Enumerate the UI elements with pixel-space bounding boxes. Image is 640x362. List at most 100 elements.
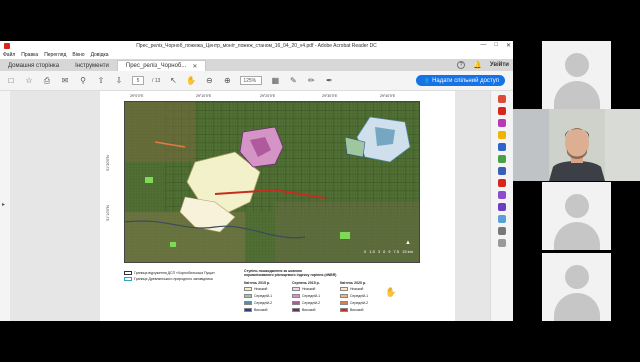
title-bar: Прес_реліз_Чорноб_пожежа_Центр_моніт_пож… — [0, 41, 513, 51]
swatch-aug15-low — [292, 287, 300, 291]
level-label: Середній-1 — [254, 294, 273, 298]
legend-title-2: нормалізованого різницевого індексу горі… — [244, 273, 337, 277]
measure-icon[interactable] — [498, 215, 506, 223]
level-label: Низький — [302, 287, 316, 291]
page-total: / 13 — [152, 77, 161, 84]
combine-files-icon[interactable] — [498, 143, 506, 151]
swatch-apr20-mid2 — [340, 301, 348, 305]
menu-edit[interactable]: Правка — [21, 52, 38, 58]
level-label: Середній-2 — [302, 301, 321, 305]
create-pdf-icon[interactable] — [498, 107, 506, 115]
page-up-icon[interactable]: ⇧ — [96, 76, 106, 86]
tab-tools[interactable]: Інструменти — [67, 60, 117, 71]
page-down-icon[interactable]: ⇩ — [114, 76, 124, 86]
coord-top-5: 29°40'0"E — [380, 94, 396, 98]
menu-help[interactable]: Довідка — [91, 52, 109, 58]
send-for-signature-icon[interactable] — [498, 203, 506, 211]
menu-window[interactable]: Вікно — [72, 52, 84, 58]
minimize-icon[interactable]: — — [480, 42, 486, 49]
comment-icon[interactable]: ✎ — [288, 76, 298, 86]
swatch-apr15-high — [244, 308, 252, 312]
settings-icon[interactable] — [498, 239, 506, 247]
video-tile-placeholder — [542, 182, 611, 250]
avatar-head — [565, 53, 589, 77]
level-label: Високий — [350, 308, 364, 312]
menu-bar: Файл Правка Перегляд Вікно Довідка — [0, 51, 513, 59]
avatar-head — [565, 265, 589, 289]
col1-header: Квітень 2015 р. — [244, 281, 271, 285]
video-tile-active-speaker — [513, 109, 640, 181]
page-number-input[interactable]: 5 — [132, 76, 144, 85]
share-button[interactable]: 👥 Надати спільний доступ — [415, 75, 505, 86]
fit-page-icon[interactable]: ▦ — [270, 76, 280, 86]
boundary-reserve-label: Границя Древлянського природного заповід… — [134, 277, 213, 281]
expand-left-panel-icon[interactable]: ▸ — [2, 201, 5, 208]
zoom-out-icon[interactable]: ⊖ — [204, 76, 214, 86]
coord-left-1: 51°20'0"N — [105, 155, 110, 171]
edit-pdf-icon[interactable] — [498, 119, 506, 127]
swatch-aug15-mid2 — [292, 301, 300, 305]
share-icon: 👥 — [421, 78, 430, 84]
swatch-aug15-mid1 — [292, 294, 300, 298]
map-imagery — [125, 102, 419, 262]
hand-tool-icon[interactable]: ✋ — [186, 76, 196, 86]
level-label: Середній-1 — [350, 294, 369, 298]
screen: Прес_реліз_Чорноб_пожежа_Центр_моніт_пож… — [0, 0, 640, 362]
legend-col-2020-apr: Квітень 2020 р. Низький Середній-1 Серед… — [340, 281, 368, 315]
level-label: Високий — [302, 308, 316, 312]
sign-icon[interactable]: ✒ — [324, 76, 334, 86]
window-title: Прес_реліз_Чорноб_пожежа_Центр_моніт_пож… — [136, 43, 377, 49]
protect-icon[interactable] — [498, 167, 506, 175]
scale-label: 0 — [364, 249, 367, 254]
compress-icon[interactable] — [498, 179, 506, 187]
acrobat-window: Прес_реліз_Чорноб_пожежа_Центр_моніт_пож… — [0, 41, 513, 321]
comment-tool-icon[interactable] — [498, 131, 506, 139]
search-icon[interactable]: ⚲ — [78, 76, 88, 86]
signin-link[interactable]: Увійти — [490, 62, 509, 68]
scale-label: 7.5 — [393, 249, 400, 254]
bell-icon[interactable]: 🔔 — [473, 61, 482, 69]
email-icon[interactable]: ✉ — [60, 76, 70, 86]
tab-home[interactable]: Домашня сторінка — [0, 60, 67, 71]
document-area[interactable]: 29°0'0"E 29°10'0"E 29°20'0"E 29°30'0"E 2… — [10, 91, 490, 321]
tab-tools-label: Інструменти — [75, 62, 109, 69]
legend-col-2015-aug: Серпень 2015 р. Низький Середній-1 Серед… — [292, 281, 320, 315]
level-label: Низький — [350, 287, 364, 291]
hand-cursor-icon: ✋ — [385, 287, 397, 297]
tab-close-icon[interactable]: ✕ — [192, 63, 197, 70]
level-label: Середній-1 — [302, 294, 321, 298]
legend-col-2015-apr: Квітень 2015 р. Низький Середній-1 Серед… — [244, 281, 272, 315]
level-label: Середній-2 — [350, 301, 369, 305]
more-tools-icon[interactable] — [498, 227, 506, 235]
maximize-icon[interactable]: □ — [494, 42, 498, 49]
video-tile-placeholder — [542, 41, 611, 109]
tab-home-label: Домашня сторінка — [8, 62, 60, 69]
swatch-apr15-low — [244, 287, 252, 291]
menu-file[interactable]: Файл — [3, 52, 15, 58]
highlight-icon[interactable]: ✏ — [306, 76, 316, 86]
window-controls: — □ ✕ — [480, 42, 511, 49]
print-icon[interactable]: ⎙ — [42, 76, 52, 86]
close-icon[interactable]: ✕ — [506, 42, 511, 49]
participant-video — [513, 109, 640, 181]
create-pdf-icon[interactable]: □ — [6, 76, 16, 86]
scale-label: 9 — [388, 249, 391, 254]
bookmark-star-icon[interactable]: ☆ — [24, 76, 34, 86]
avatar-head — [565, 194, 589, 218]
boundary-zone-swatch — [124, 271, 132, 275]
satellite-map: ▲ 0 1.5 3 6 9 7.5 15 km — [124, 101, 420, 263]
pdf-page: 29°0'0"E 29°10'0"E 29°20'0"E 29°30'0"E 2… — [100, 91, 455, 321]
menu-view[interactable]: Перегляд — [44, 52, 66, 58]
boundary-zone-label: Границя відчуження ДСП «Чорнобильська Пу… — [134, 271, 216, 275]
tab-document[interactable]: Прес_реліз_Чорноб... ✕ — [116, 60, 207, 71]
export-pdf-icon[interactable] — [498, 95, 506, 103]
toolbar: □ ☆ ⎙ ✉ ⚲ ⇧ ⇩ 5 / 13 ↖ ✋ ⊖ ⊕ 125% ▦ ✎ ✏ … — [0, 71, 513, 91]
organize-pages-icon[interactable] — [498, 155, 506, 163]
zoom-in-icon[interactable]: ⊕ — [222, 76, 232, 86]
fill-sign-icon[interactable] — [498, 191, 506, 199]
select-cursor-icon[interactable]: ↖ — [168, 76, 178, 86]
tab-bar: Домашня сторінка Інструменти Прес_реліз_… — [0, 59, 513, 71]
help-icon[interactable]: ? — [457, 61, 466, 69]
level-label: Низький — [254, 287, 268, 291]
zoom-select[interactable]: 125% — [240, 76, 263, 85]
